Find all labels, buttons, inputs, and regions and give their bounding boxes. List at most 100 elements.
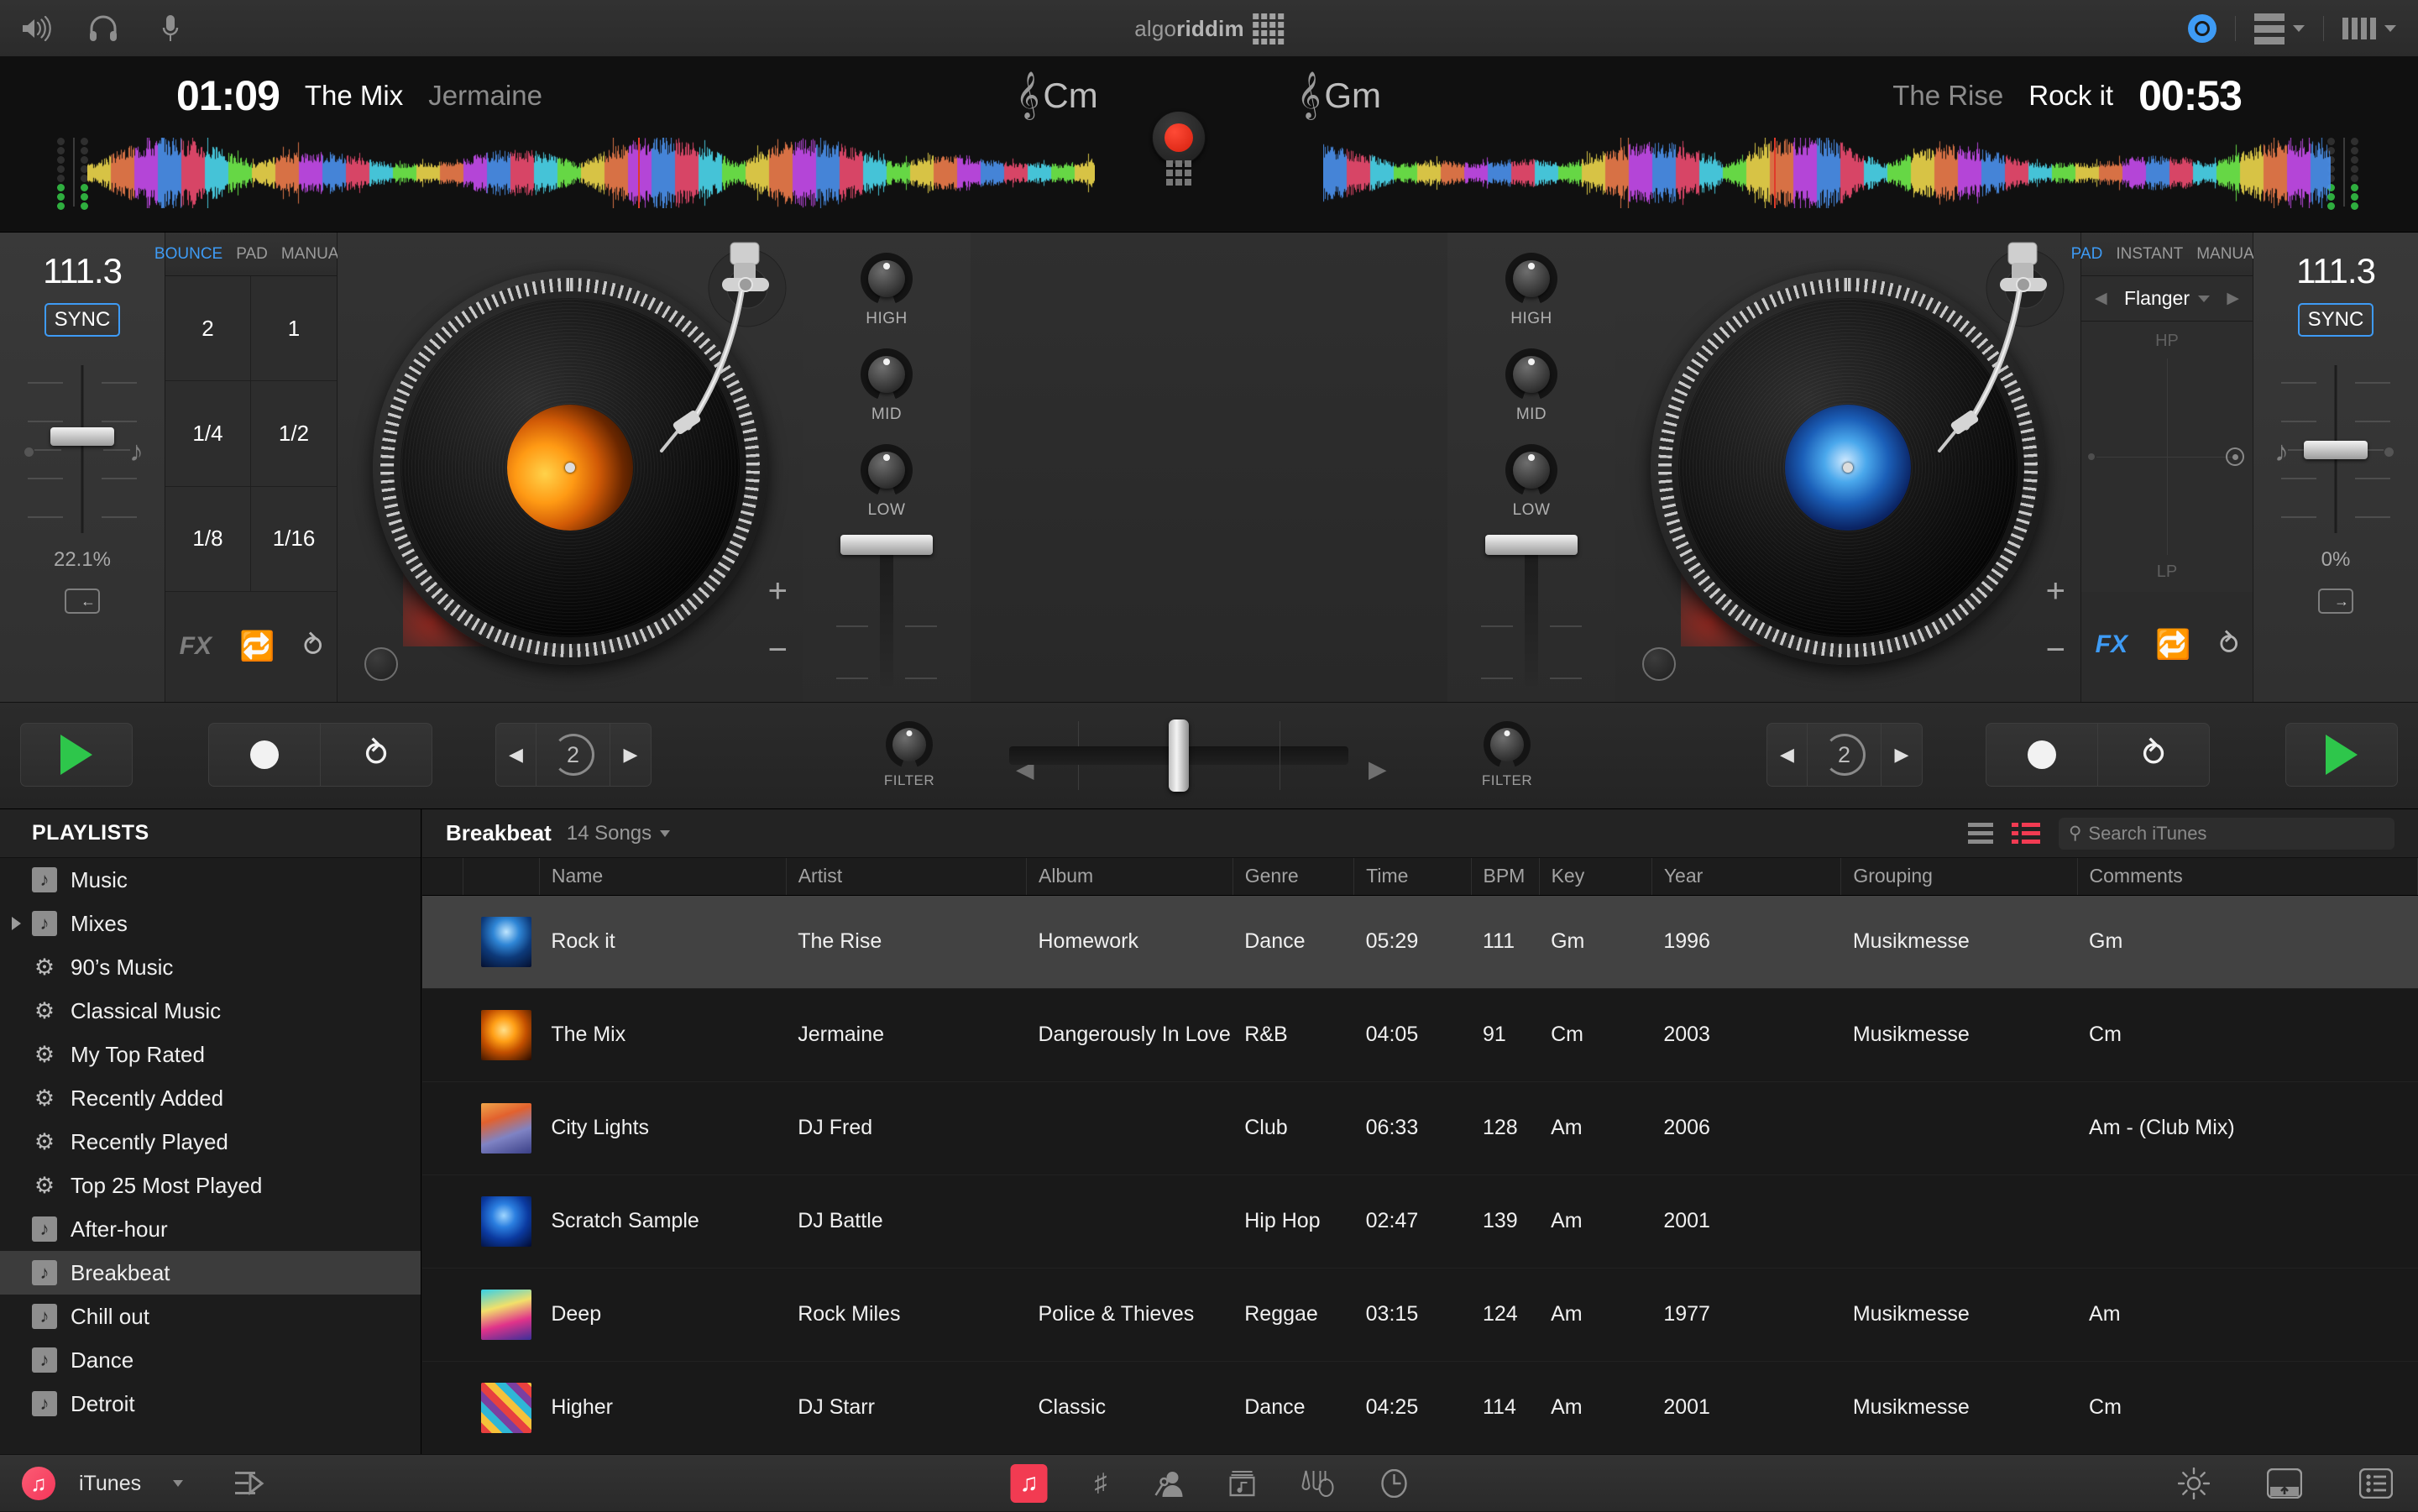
column-header-genre[interactable]: Genre: [1233, 858, 1355, 896]
pad-cell[interactable]: 1: [251, 276, 337, 382]
deck-left-turntable[interactable]: + −: [338, 233, 803, 703]
pad-cell[interactable]: 2: [165, 276, 251, 382]
sidebar-item-recently-added[interactable]: ⚙ Recently Added: [0, 1076, 421, 1120]
fx-next-icon[interactable]: ▶: [2227, 289, 2239, 308]
microphone-icon[interactable]: [153, 11, 188, 46]
eq-low-knob-left[interactable]: [861, 444, 913, 496]
deck-left-play-button[interactable]: [20, 723, 133, 787]
xy-handle[interactable]: [2226, 447, 2244, 466]
deck-right-pitch-fader[interactable]: ♪: [2273, 365, 2399, 533]
deck-right-fx-name[interactable]: Flanger: [2124, 287, 2190, 310]
deck-right-minus-icon[interactable]: −: [2046, 631, 2065, 669]
sidebar-item-top-25-most-played[interactable]: ⚙ Top 25 Most Played: [0, 1164, 421, 1207]
loop-halve-button[interactable]: ◀: [1767, 724, 1808, 786]
deck-right-keylock-button[interactable]: →: [2318, 589, 2353, 614]
chevron-down-icon[interactable]: [2197, 295, 2210, 302]
loop-double-button[interactable]: ▶: [610, 724, 651, 786]
column-header-name[interactable]: Name: [539, 858, 787, 896]
column-header-key[interactable]: Key: [1539, 858, 1652, 896]
crossfader-handle[interactable]: [1169, 719, 1189, 792]
deck-right-xy-pad[interactable]: HP LP: [2081, 322, 2253, 592]
chevron-down-icon[interactable]: [2384, 25, 2396, 32]
column-header-time[interactable]: Time: [1353, 858, 1472, 896]
deck-left-record-button[interactable]: [208, 723, 321, 787]
deck-right-plus-icon[interactable]: +: [2046, 573, 2065, 610]
deck-right-turntable[interactable]: + −: [1615, 233, 2080, 703]
deck-right-cue-button[interactable]: ⥁: [2097, 723, 2210, 787]
deck-left-pad-tab-bounce[interactable]: BOUNCE: [154, 245, 222, 264]
deck-left-start-stop-knob[interactable]: [364, 647, 398, 681]
deck-left-pad-tab-pad[interactable]: PAD: [236, 245, 268, 264]
deck-left-waveform[interactable]: [87, 138, 1095, 208]
record-button[interactable]: [1152, 111, 1206, 165]
albums-icon[interactable]: [1229, 1464, 1255, 1503]
deck-right-fx-button[interactable]: FX: [2096, 630, 2128, 659]
sidebar-item-90-s-music[interactable]: ⚙ 90’s Music: [0, 945, 421, 989]
deck-right-loop-button[interactable]: 2: [1808, 724, 1882, 786]
deck-right-start-stop-knob[interactable]: [1642, 647, 1676, 681]
brightness-icon[interactable]: [2178, 1464, 2210, 1503]
songs-icon[interactable]: ♯: [1095, 1464, 1107, 1503]
deck-left-keylock-button[interactable]: ←: [65, 589, 100, 614]
eq-mid-knob-left[interactable]: [861, 348, 913, 400]
library-view-icon[interactable]: [2254, 13, 2285, 44]
pad-cell[interactable]: 1/8: [165, 486, 251, 592]
crossfade-right-arrow[interactable]: ▶: [1369, 756, 1387, 783]
sidebar-item-music[interactable]: ♪ Music: [0, 858, 421, 902]
table-row[interactable]: Rock it The Rise Homework Dance 05:29 111 Gm 19…: [422, 895, 2418, 989]
deck-right-filter-knob[interactable]: FILTER: [1471, 721, 1543, 789]
loop-halve-button[interactable]: ◀: [496, 724, 536, 786]
deck-right-pad-tab-pad[interactable]: PAD: [2071, 245, 2103, 264]
genres-icon[interactable]: [1301, 1464, 1334, 1503]
disc-icon[interactable]: [2188, 14, 2216, 43]
grid-view-icon[interactable]: [2012, 823, 2040, 844]
loop-icon[interactable]: 🔁: [2155, 630, 2190, 659]
history-icon[interactable]: [1381, 1464, 1408, 1503]
deck-right-record-button[interactable]: [1986, 723, 2098, 787]
table-row[interactable]: City Lights DJ Fred Club 06:33 128 Am 2006 Am -…: [422, 1081, 2418, 1175]
table-row[interactable]: Higher DJ Starr Classic Dance 04:25 114 Am 2001…: [422, 1361, 2418, 1455]
deck-right-volume-fader[interactable]: [1481, 535, 1582, 686]
mixer-view-icon[interactable]: [2342, 18, 2376, 39]
pad-cell[interactable]: 1/4: [165, 381, 251, 487]
panel-toggle-icon[interactable]: [2267, 1464, 2302, 1503]
sidebar-item-my-top-rated[interactable]: ⚙ My Top Rated: [0, 1033, 421, 1076]
cue-icon[interactable]: ⥁: [2219, 630, 2238, 659]
eq-high-knob-right[interactable]: [1505, 253, 1557, 305]
loop-icon[interactable]: 🔁: [239, 632, 275, 661]
sidebar-item-breakbeat[interactable]: ♪ Breakbeat: [0, 1251, 421, 1295]
pad-cell[interactable]: 1/16: [251, 486, 337, 592]
list-view-icon[interactable]: [2359, 1464, 2393, 1503]
sidebar-item-dance[interactable]: ♪ Dance: [0, 1338, 421, 1382]
table-row[interactable]: The Mix Jermaine Dangerously In Love R&B 04:…: [422, 988, 2418, 1082]
column-header-year[interactable]: Year: [1651, 858, 1842, 896]
deck-left-cue-button[interactable]: ⥁: [320, 723, 432, 787]
chevron-down-icon[interactable]: [2293, 25, 2305, 32]
eq-mid-knob-right[interactable]: [1505, 348, 1557, 400]
list-view-icon[interactable]: [1968, 823, 1993, 844]
sidebar-item-classical-music[interactable]: ⚙ Classical Music: [0, 989, 421, 1033]
sidebar-item-detroit[interactable]: ♪ Detroit: [0, 1382, 421, 1426]
sidebar-item-recently-played[interactable]: ⚙ Recently Played: [0, 1120, 421, 1164]
queue-icon[interactable]: [235, 1464, 269, 1503]
table-row[interactable]: Scratch Sample DJ Battle Hip Hop 02:47 139 Am…: [422, 1175, 2418, 1269]
column-header-album[interactable]: Album: [1026, 858, 1233, 896]
chevron-down-icon[interactable]: [173, 1480, 184, 1487]
search-input[interactable]: ⚲ Search iTunes: [2059, 817, 2394, 850]
pad-cell[interactable]: 1/2: [251, 381, 337, 487]
deck-left-volume-fader[interactable]: [836, 535, 937, 686]
speaker-icon[interactable]: [18, 11, 54, 46]
deck-left-filter-knob[interactable]: FILTER: [873, 721, 945, 789]
column-header-artist[interactable]: Artist: [786, 858, 1028, 896]
deck-left-plus-icon[interactable]: +: [768, 573, 788, 610]
deck-left-sync-button[interactable]: SYNC: [44, 303, 120, 337]
deck-right-sync-button[interactable]: SYNC: [2298, 303, 2374, 337]
headphones-icon[interactable]: [86, 11, 121, 46]
fx-prev-icon[interactable]: ◀: [2095, 289, 2107, 308]
column-header-blank[interactable]: [422, 858, 463, 896]
artists-icon[interactable]: [1154, 1464, 1183, 1503]
loop-double-button[interactable]: ▶: [1882, 724, 1922, 786]
disclosure-triangle-icon[interactable]: [12, 917, 21, 930]
grid-toggle-icon[interactable]: [1166, 160, 1191, 186]
sidebar-item-mixes[interactable]: ♪ Mixes: [0, 902, 421, 945]
